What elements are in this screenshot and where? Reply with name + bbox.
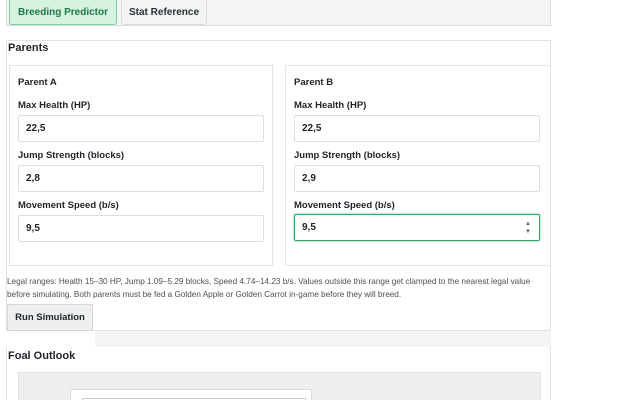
parent-b-speed-input[interactable]: 9,5 ▲ ▼ [294,214,540,241]
parent-a-health-label: Max Health (HP) [18,100,91,111]
parent-b-title: Parent B [294,77,334,88]
parent-a-jump-label: Jump Strength (blocks) [18,150,125,161]
parent-b-jump-label: Jump Strength (blocks) [294,150,401,161]
parent-b-speed-value: 9,5 [302,222,316,233]
parents-title: Parents [8,42,49,54]
tab-bar: Breeding Predictor Stat Reference [6,0,551,26]
run-simulation-button[interactable]: Run Simulation [7,304,93,331]
parent-a-health-input[interactable]: 22,5 [18,115,264,142]
tab-stat-reference[interactable]: Stat Reference [121,0,207,25]
parent-b-health-label: Max Health (HP) [294,100,367,111]
parent-b-panel: Parent B Max Health (HP) 22,5 Jump Stren… [285,65,551,266]
parent-b-health-input[interactable]: 22,5 [294,115,540,142]
section-divider [95,331,551,347]
foal-outlook-title: Foal Outlook [8,350,76,362]
number-spinner[interactable]: ▲ ▼ [524,221,532,235]
parent-a-title: Parent A [18,77,57,88]
parent-a-speed-label: Movement Speed (b/s) [18,200,119,211]
legal-ranges-help: Legal ranges: Health 15–30 HP, Jump 1.09… [7,277,531,299]
parent-a-speed-input[interactable]: 9,5 [18,215,264,242]
tab-breeding-predictor[interactable]: Breeding Predictor [9,0,117,25]
parent-b-speed-label: Movement Speed (b/s) [294,200,395,211]
parent-b-jump-input[interactable]: 2,9 [294,165,540,192]
spin-down-icon[interactable]: ▼ [525,229,531,235]
parent-a-panel: Parent A Max Health (HP) 22,5 Jump Stren… [9,65,273,266]
parent-a-jump-input[interactable]: 2,8 [18,165,264,192]
spin-up-icon[interactable]: ▲ [525,221,531,227]
